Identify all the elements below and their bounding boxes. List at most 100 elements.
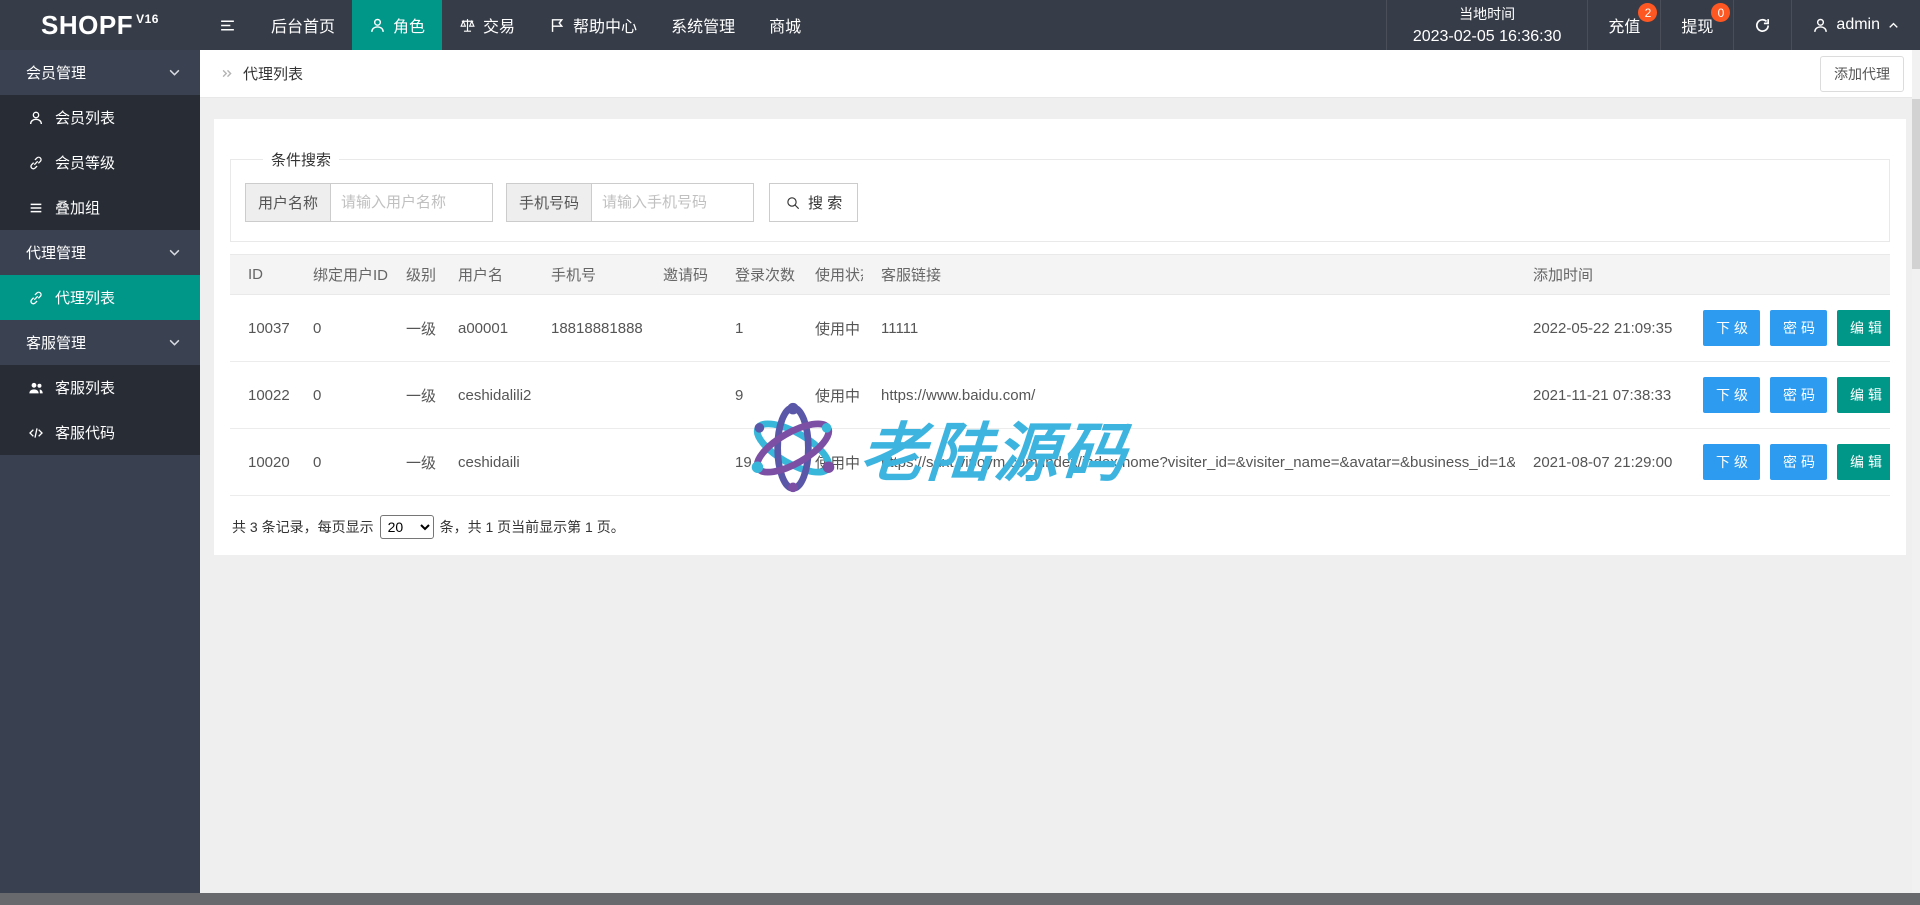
nav-item-help-center[interactable]: 帮助中心	[532, 0, 654, 50]
recharge-label: 充值	[1608, 13, 1640, 37]
column-header-added_time: 添加时间	[1515, 255, 1675, 295]
code-icon	[28, 425, 44, 441]
sidebar-group-label: 客服管理	[26, 332, 86, 353]
pagination-prefix: 共 3 条记录，每页显示	[232, 517, 374, 537]
nav-item-trade[interactable]: 交易	[442, 0, 532, 50]
refresh-button[interactable]	[1733, 0, 1791, 50]
vertical-scrollbar[interactable]	[1912, 50, 1920, 893]
withdraw-button[interactable]: 提现 0	[1660, 0, 1733, 50]
column-header-bind_user_id: 绑定用户ID	[295, 255, 388, 295]
cell-invite_code	[645, 295, 717, 362]
edit-button[interactable]: 编辑	[1837, 310, 1890, 346]
sidebar-item-label: 叠加组	[55, 197, 100, 218]
recharge-button[interactable]: 充值 2	[1587, 0, 1660, 50]
cell-actions: 下级密码编辑	[1675, 295, 1890, 362]
person-icon	[28, 110, 44, 126]
sidebar-group-agent-manage[interactable]: 代理管理	[0, 230, 200, 275]
cell-added_time: 2022-05-22 21:09:35	[1515, 295, 1675, 362]
subordinate-button[interactable]: 下级	[1703, 444, 1760, 480]
sidebar-item-member-level[interactable]: 会员等级	[0, 140, 200, 185]
nav-item-system-manage[interactable]: 系统管理	[654, 0, 752, 50]
topbar: SHOPFV16 后台首页 角色交易帮助中心系统管理商城 当地时间 2023-02…	[0, 0, 1920, 50]
user-menu[interactable]: admin	[1791, 0, 1920, 50]
sidebar-group-service-manage[interactable]: 客服管理	[0, 320, 200, 365]
sidebar-toggle-button[interactable]	[200, 0, 254, 50]
cell-status: 使用中	[797, 429, 863, 496]
edit-button[interactable]: 编辑	[1837, 444, 1890, 480]
edit-button[interactable]: 编辑	[1837, 377, 1890, 413]
cell-login_count: 1	[717, 295, 797, 362]
sidebar-item-service-list[interactable]: 客服列表	[0, 365, 200, 410]
search-button[interactable]: 搜 索	[769, 183, 858, 222]
nav-item-label: 角色	[393, 13, 425, 37]
add-agent-button[interactable]: 添加代理	[1820, 56, 1904, 92]
chevron-down-icon	[167, 245, 182, 260]
sidebar-group-label: 会员管理	[26, 62, 86, 83]
sidebar-item-overlay-group[interactable]: 叠加组	[0, 185, 200, 230]
pagination: 共 3 条记录，每页显示 20 条，共 1 页当前显示第 1 页。	[230, 515, 1890, 539]
app-logo-text: SHOPF	[41, 10, 133, 41]
password-button[interactable]: 密码	[1770, 377, 1827, 413]
username-search-input[interactable]	[331, 183, 493, 222]
sidebar-item-member-list[interactable]: 会员列表	[0, 95, 200, 140]
vertical-scrollbar-thumb[interactable]	[1912, 99, 1920, 269]
agent-list-card: 条件搜索 用户名称手机号码搜 索 ID绑定用户ID级别用户名手机号邀请码登录次数…	[214, 119, 1906, 555]
chevron-up-icon	[1887, 19, 1900, 32]
local-time-value: 2023-02-05 16:36:30	[1413, 28, 1562, 46]
table-row: 100220一级ceshidalili29使用中https://www.baid…	[230, 362, 1890, 429]
breadcrumb-arrows-icon	[220, 66, 235, 81]
search-fieldset: 条件搜索 用户名称手机号码搜 索	[230, 149, 1890, 242]
local-time: 当地时间 2023-02-05 16:36:30	[1386, 0, 1588, 50]
column-header-status: 使用状态	[797, 255, 863, 295]
password-button[interactable]: 密码	[1770, 444, 1827, 480]
page-size-select[interactable]: 20	[380, 515, 434, 539]
password-button[interactable]: 密码	[1770, 310, 1827, 346]
people-icon	[28, 380, 44, 396]
cell-added_time: 2021-11-21 07:38:33	[1515, 362, 1675, 429]
cell-id: 10037	[230, 295, 295, 362]
cell-phone	[533, 429, 645, 496]
nav-item-mall[interactable]: 商城	[752, 0, 818, 50]
nav-item-label: 商城	[769, 13, 801, 37]
cell-login_count: 9	[717, 362, 797, 429]
table-row: 100370一级a00001188188818881使用中111112022-0…	[230, 295, 1890, 362]
username-label: admin	[1836, 16, 1880, 34]
table-body: 100370一级a00001188188818881使用中111112022-0…	[230, 295, 1890, 496]
cell-invite_code	[645, 429, 717, 496]
search-label-phone: 手机号码	[506, 183, 592, 222]
nav-item-role[interactable]: 角色	[352, 0, 442, 50]
flag-icon	[549, 17, 566, 34]
cell-service_link: https://www.baidu.com/	[863, 362, 1515, 429]
sidebar-item-service-code[interactable]: 客服代码	[0, 410, 200, 455]
cell-username: ceshidalili2	[440, 362, 533, 429]
cell-level: 一级	[388, 295, 440, 362]
chevron-down-icon	[167, 335, 182, 350]
subordinate-button[interactable]: 下级	[1703, 310, 1760, 346]
column-header-id: ID	[230, 255, 295, 295]
cell-phone: 18818881888	[533, 295, 645, 362]
column-header-phone: 手机号	[533, 255, 645, 295]
search-icon	[785, 195, 801, 211]
app-logo-version: V16	[136, 12, 159, 26]
refresh-icon	[1754, 17, 1771, 34]
sidebar-item-agent-list[interactable]: 代理列表	[0, 275, 200, 320]
subordinate-button[interactable]: 下级	[1703, 377, 1760, 413]
search-legend: 条件搜索	[263, 149, 339, 170]
page-title: 代理列表	[243, 63, 303, 84]
phone-search-input[interactable]	[592, 183, 754, 222]
sidebar-group-member-manage[interactable]: 会员管理	[0, 50, 200, 95]
local-time-label: 当地时间	[1413, 4, 1562, 24]
cell-service_link: https://sdxt.vipoym.com/index/index/home…	[863, 429, 1515, 496]
cell-username: ceshidaili	[440, 429, 533, 496]
page: 代理列表 添加代理 条件搜索 用户名称手机号码搜 索 ID绑定用户ID级别用户名…	[200, 50, 1920, 893]
cell-id: 10022	[230, 362, 295, 429]
withdraw-label: 提现	[1681, 13, 1713, 37]
cell-bind_user_id: 0	[295, 295, 388, 362]
nav-item-dashboard[interactable]: 后台首页	[254, 0, 352, 50]
column-header-invite_code: 邀请码	[645, 255, 717, 295]
pagination-suffix: 条，共 1 页当前显示第 1 页。	[440, 517, 625, 537]
link-icon	[28, 155, 44, 171]
cell-level: 一级	[388, 429, 440, 496]
sidebar-item-label: 客服代码	[55, 422, 115, 443]
horizontal-scrollbar[interactable]	[0, 893, 1920, 905]
